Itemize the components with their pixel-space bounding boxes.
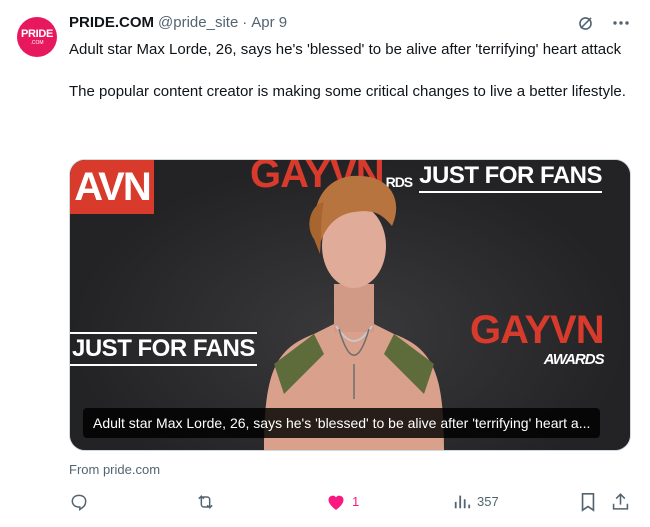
views-count: 357 <box>477 493 499 509</box>
media-caption: Adult star Max Lorde, 26, says he's 'ble… <box>83 408 601 438</box>
heart-icon <box>328 495 344 510</box>
tweet-text: Adult star Max Lorde, 26, says he's 'ble… <box>69 39 634 102</box>
separator: · <box>242 14 248 31</box>
justforfans-logo-left: JUST FOR FANS <box>70 332 257 366</box>
retweet-button[interactable] <box>195 492 222 512</box>
reply-button[interactable] <box>69 492 95 512</box>
gayvn-logo-right: GAYVN AWARDS <box>470 308 605 368</box>
like-count: 1 <box>352 494 360 509</box>
timestamp[interactable]: Apr 9 <box>251 14 287 31</box>
bookmark-icon <box>581 493 595 512</box>
tweet-headline: Adult star Max Lorde, 26, says he's 'ble… <box>69 41 622 58</box>
views-icon <box>454 495 471 509</box>
media-card[interactable]: AVN GAYVN RDS JUST FOR FANS JUST FOR FANS… <box>69 159 631 451</box>
avn-logo: AVN <box>70 160 154 214</box>
header-icons <box>574 12 632 34</box>
more-icon[interactable] <box>610 12 632 34</box>
share-button[interactable] <box>611 492 630 512</box>
views-button[interactable]: 357 <box>453 492 499 510</box>
avatar[interactable]: PRIDE .COM <box>17 17 57 57</box>
bookmark-button[interactable] <box>579 492 597 512</box>
action-bar: 1 357 <box>69 492 634 516</box>
link-source[interactable]: From pride.com <box>69 462 160 477</box>
share-icon <box>612 493 629 510</box>
like-button[interactable]: 1 <box>326 492 359 511</box>
retweet-icon <box>198 495 213 509</box>
avatar-text: PRIDE <box>20 27 54 40</box>
display-name[interactable]: PRIDE.COM <box>69 14 154 31</box>
reply-icon <box>71 494 87 511</box>
tweet-body: The popular content creator is making so… <box>69 83 626 100</box>
tweet-header: PRIDE.COM @pride_site · Apr 9 <box>69 14 287 31</box>
avatar-subtext: .COM <box>30 39 44 46</box>
handle[interactable]: @pride_site <box>158 14 238 31</box>
grok-icon[interactable] <box>574 12 596 34</box>
